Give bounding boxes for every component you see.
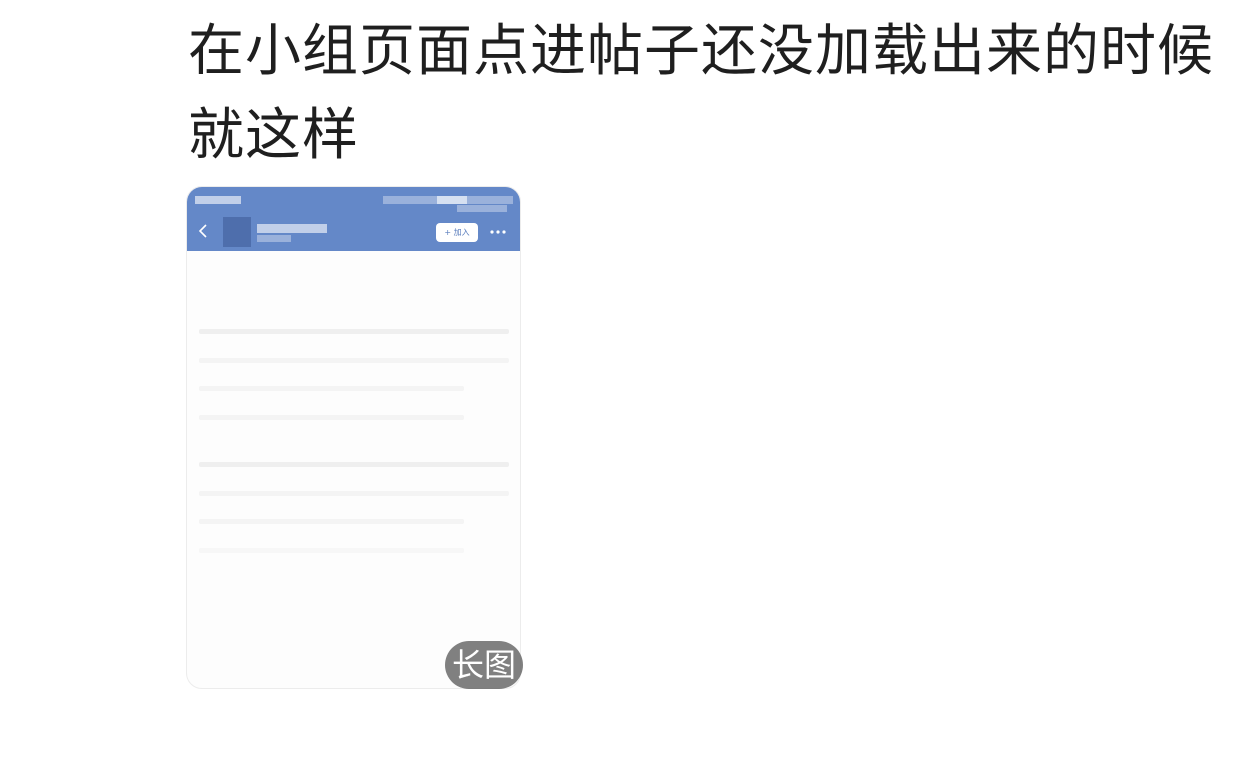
skeleton-line xyxy=(199,329,509,334)
blurred-status-battery xyxy=(437,196,467,204)
blurred-status-extra xyxy=(457,205,507,212)
blurred-group-name xyxy=(257,224,327,233)
join-group-button: + 加入 xyxy=(436,223,478,242)
skeleton-line xyxy=(199,358,509,363)
skeleton-line xyxy=(199,548,464,553)
skeleton-line xyxy=(199,519,464,524)
long-image-badge: 长图 xyxy=(445,641,523,689)
skeleton-line xyxy=(199,462,509,467)
blurred-group-avatar xyxy=(223,217,251,247)
more-dots-icon xyxy=(490,230,506,234)
skeleton-line xyxy=(199,415,464,420)
thumb-app-header: + 加入 xyxy=(187,187,520,251)
screenshot-image[interactable]: + 加入 xyxy=(186,186,521,689)
skeleton-line xyxy=(199,386,464,391)
blurred-group-subtitle xyxy=(257,235,291,242)
post-text: 在小组页面点进帖子还没加载出来的时候就这样 xyxy=(188,19,1214,168)
skeleton-line xyxy=(199,491,509,496)
chevron-left-icon xyxy=(198,224,207,238)
blurred-status-time xyxy=(195,196,241,204)
